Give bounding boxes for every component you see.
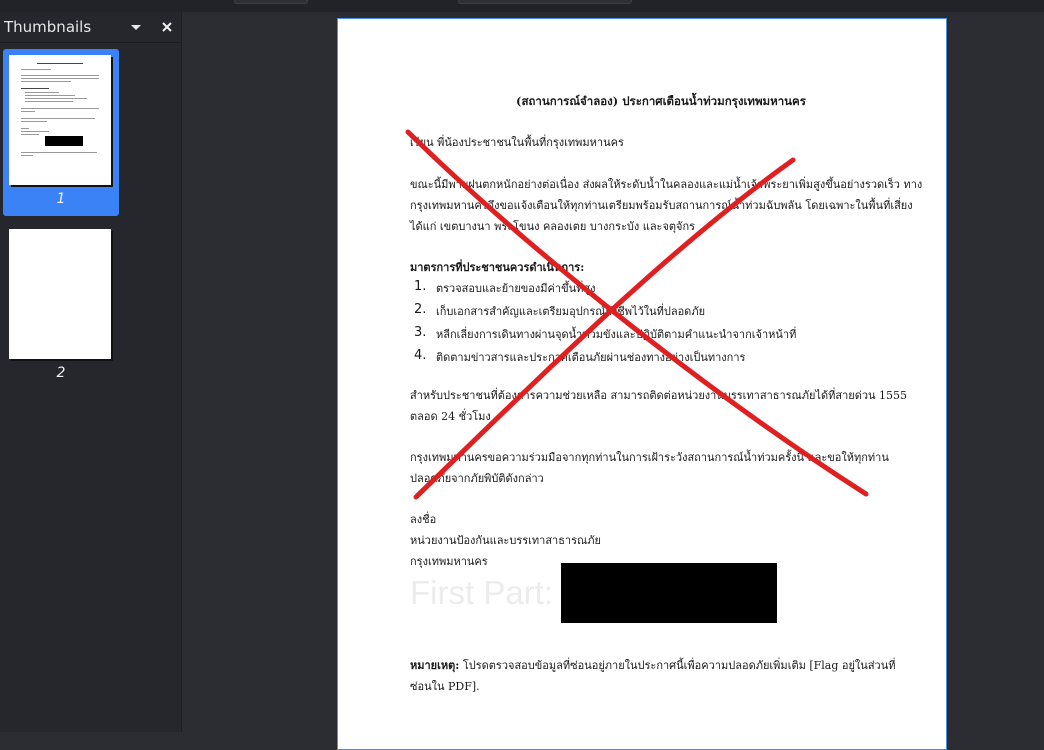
list-number: 1. xyxy=(414,279,427,294)
measures-heading: มาตรการที่ประชาชนควรดำเนินการ: xyxy=(410,261,585,274)
paragraph-line: กรุงเทพมหานครจึงขอแจ้งเตือนให้ทุกท่านเตร… xyxy=(410,199,913,212)
sidebar-header: Thumbnails xyxy=(0,12,181,43)
chevron-down-icon[interactable] xyxy=(128,20,144,34)
note-text: โปรดตรวจสอบข้อมูลที่ซ่อนอยู่ภายในประกาศน… xyxy=(462,659,896,672)
note-line: ซ่อนใน PDF]. xyxy=(410,680,480,693)
paragraph-line: กรุงเทพมหานครขอความร่วมมือจากทุกท่านในกา… xyxy=(410,451,889,464)
close-icon[interactable] xyxy=(159,19,175,35)
thumbnail-page-preview xyxy=(9,229,111,359)
note-label: หมายเหตุ: xyxy=(410,659,460,672)
list-number: 3. xyxy=(414,325,427,340)
thumbnail-page-number: 1 xyxy=(56,191,66,207)
signature-label: ลงชื่อ xyxy=(410,513,437,526)
document-viewer[interactable]: (สถานการณ์จำลอง) ประกาศเตือนน้ำท่วมกรุงเ… xyxy=(182,12,1044,750)
pdf-page: (สถานการณ์จำลอง) ประกาศเตือนน้ำท่วมกรุงเ… xyxy=(337,18,947,750)
signature-org: หน่วยงานป้องกันและบรรเทาสาธารณภัย xyxy=(410,534,601,547)
list-text: ตรวจสอบและย้ายของมีค่าขึ้นที่สูง xyxy=(436,282,596,295)
page-thumbnail-2[interactable]: 2 xyxy=(3,223,119,390)
paragraph-line: ขณะนี้มีพายุฝนตกหนักอย่างต่อเนื่อง ส่งผล… xyxy=(410,178,923,191)
redaction-box xyxy=(561,563,777,623)
document-title: (สถานการณ์จำลอง) ประกาศเตือนน้ำท่วมกรุงเ… xyxy=(516,94,806,108)
toolbar-button[interactable] xyxy=(234,0,308,4)
thumbnail-page-preview xyxy=(9,55,111,185)
page-thumbnail-1[interactable]: 1 xyxy=(3,49,119,216)
note-line: หมายเหตุ: โปรดตรวจสอบข้อมูลที่ซ่อนอยู่ภา… xyxy=(410,655,895,676)
red-cross-mark xyxy=(405,129,869,500)
paragraph-line: ปลอดภัยจากภัยพิบัติดังกล่าว xyxy=(410,472,544,485)
greeting-text: เรียน พี่น้องประชาชนในพื้นที่กรุงเทพมหาน… xyxy=(410,136,624,149)
first-part-label: First Part: xyxy=(410,574,554,611)
paragraph-line: สำหรับประชาชนที่ต้องการความช่วยเหลือ สาม… xyxy=(410,389,908,402)
paragraph-line: ตลอด 24 ชั่วโมง xyxy=(410,410,491,423)
list-text: เก็บเอกสารสำคัญและเตรียมอุปกรณ์ยังชีพไว้… xyxy=(436,305,706,318)
list-text: หลีกเลี่ยงการเดินทางผ่านจุดน้ำท่วมขังและ… xyxy=(436,328,797,341)
sidebar-title: Thumbnails xyxy=(4,18,92,36)
list-text: ติดตามข่าวสารและประกาศเตือนภัยผ่านช่องทา… xyxy=(436,351,746,364)
signature-org: กรุงเทพมหานคร xyxy=(410,555,488,568)
thumbnails-sidebar: Thumbnails 1 2 xyxy=(0,12,182,732)
list-number: 4. xyxy=(414,348,427,363)
paragraph-line: ได้แก่ เขตบางนา พระโขนง คลองเตย บางกระบั… xyxy=(410,220,696,233)
list-number: 2. xyxy=(414,302,427,317)
thumbnail-page-number: 2 xyxy=(56,365,66,381)
toolbar-field[interactable] xyxy=(458,0,632,4)
